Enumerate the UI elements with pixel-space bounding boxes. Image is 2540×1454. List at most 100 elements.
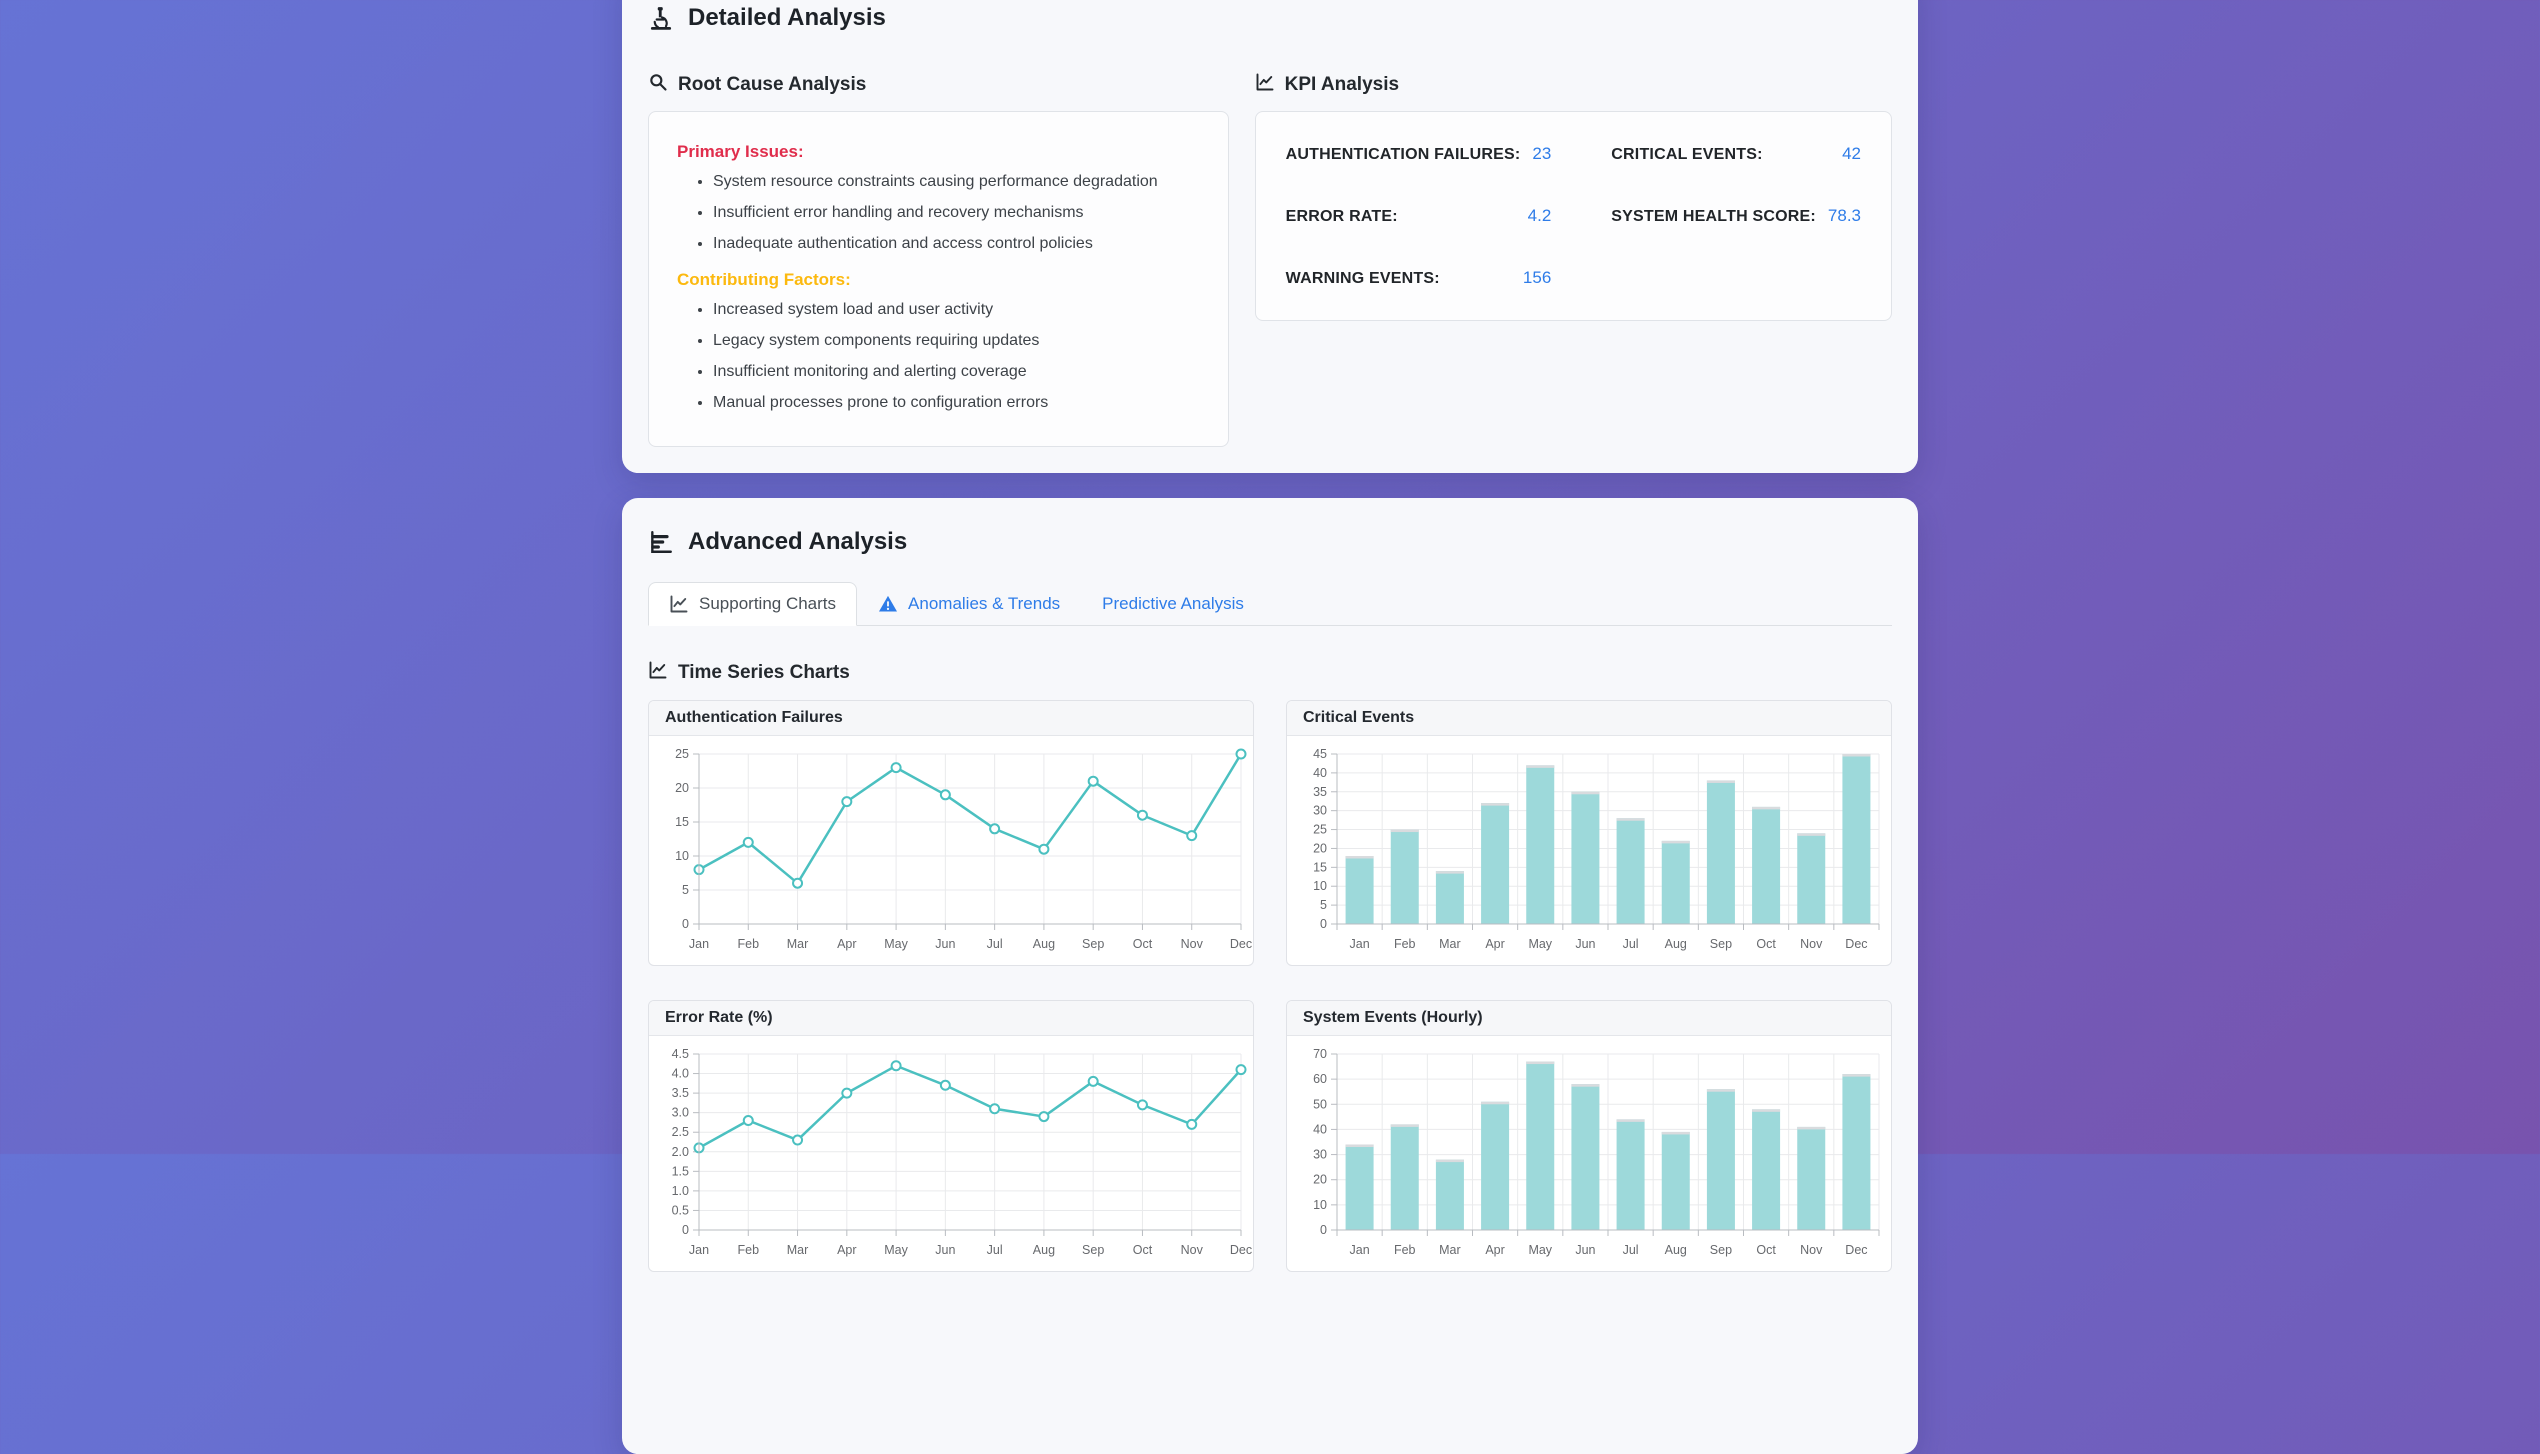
time-series-section-title: Time Series Charts bbox=[648, 660, 1892, 686]
svg-text:15: 15 bbox=[1313, 861, 1327, 875]
svg-text:3.0: 3.0 bbox=[672, 1106, 689, 1120]
svg-text:Mar: Mar bbox=[1439, 937, 1461, 951]
svg-text:Jun: Jun bbox=[935, 937, 955, 951]
chart-card-authentication-failures: Authentication Failures 0510152025JanFeb… bbox=[648, 700, 1254, 966]
svg-text:Nov: Nov bbox=[1800, 937, 1823, 951]
svg-text:Apr: Apr bbox=[837, 937, 856, 951]
svg-text:Aug: Aug bbox=[1665, 937, 1687, 951]
tab-predictive-analysis[interactable]: Predictive Analysis bbox=[1081, 582, 1265, 626]
chart-body: 010203040506070JanFebMarAprMayJunJulAugS… bbox=[1287, 1036, 1891, 1271]
authentication-failures-chart: 0510152025JanFebMarAprMayJunJulAugSepOct… bbox=[651, 738, 1254, 960]
svg-text:Dec: Dec bbox=[1845, 1243, 1867, 1257]
svg-text:Sep: Sep bbox=[1710, 1243, 1732, 1257]
svg-text:Sep: Sep bbox=[1082, 1243, 1104, 1257]
root-cause-panel: Primary Issues: System resource constrai… bbox=[648, 111, 1229, 447]
svg-text:20: 20 bbox=[1313, 1173, 1327, 1187]
detailed-analysis-card: Detailed Analysis Root Cause Analysis Pr… bbox=[622, 0, 1918, 473]
svg-text:Mar: Mar bbox=[787, 937, 809, 951]
svg-text:Mar: Mar bbox=[1439, 1243, 1461, 1257]
error-rate-chart: 00.51.01.52.02.53.03.54.04.5JanFebMarApr… bbox=[651, 1038, 1254, 1266]
svg-text:10: 10 bbox=[1313, 880, 1327, 894]
svg-text:Aug: Aug bbox=[1033, 1243, 1055, 1257]
microscope-icon bbox=[648, 5, 674, 31]
svg-text:Jan: Jan bbox=[1350, 937, 1370, 951]
kpi-section-title: KPI Analysis bbox=[1255, 72, 1892, 98]
tab-label: Predictive Analysis bbox=[1102, 594, 1244, 614]
svg-text:40: 40 bbox=[1313, 1123, 1327, 1137]
chart-title: Error Rate (%) bbox=[649, 1001, 1253, 1036]
chart-body: 0510152025JanFebMarAprMayJunJulAugSepOct… bbox=[649, 736, 1253, 965]
svg-text:5: 5 bbox=[682, 883, 689, 897]
kpi-value: 23 bbox=[1532, 144, 1551, 164]
svg-text:0: 0 bbox=[682, 917, 689, 931]
charts-grid: Authentication Failures 0 5 10 15 20 25 Jan Feb… bbox=[648, 700, 1892, 1272]
chart-body: 00.51.01.52.02.53.03.54.04.5JanFebMarApr… bbox=[649, 1036, 1253, 1271]
svg-text:0: 0 bbox=[1320, 917, 1327, 931]
svg-text:Sep: Sep bbox=[1710, 937, 1732, 951]
chart-title: Critical Events bbox=[1287, 701, 1891, 736]
svg-text:2.0: 2.0 bbox=[672, 1145, 689, 1159]
kpi-value: 4.2 bbox=[1528, 206, 1552, 226]
chart-card-system-events: System Events (Hourly) 010203040506070Ja… bbox=[1286, 1000, 1892, 1272]
system-events-chart: 010203040506070JanFebMarAprMayJunJulAugS… bbox=[1289, 1038, 1892, 1266]
kpi-value: 156 bbox=[1523, 268, 1551, 288]
svg-text:40: 40 bbox=[1313, 766, 1327, 780]
svg-text:10: 10 bbox=[1313, 1198, 1327, 1212]
kpi-label: AUTHENTICATION FAILURES: bbox=[1286, 146, 1521, 164]
svg-text:Nov: Nov bbox=[1181, 937, 1204, 951]
chart-title: Authentication Failures bbox=[649, 701, 1253, 736]
advanced-analysis-card: Advanced Analysis Supporting Charts bbox=[622, 498, 1918, 1454]
svg-text:1.5: 1.5 bbox=[672, 1165, 689, 1179]
svg-text:20: 20 bbox=[675, 781, 689, 795]
chart-line-icon bbox=[1255, 72, 1275, 98]
primary-issue-item: System resource constraints causing perf… bbox=[713, 170, 1200, 193]
svg-text:May: May bbox=[1528, 937, 1552, 951]
contributing-factors-list: Increased system load and user activity L… bbox=[677, 298, 1200, 415]
kpi-column: KPI Analysis AUTHENTICATION FAILURES: 23 C… bbox=[1255, 32, 1892, 321]
advanced-analysis-title: Advanced Analysis bbox=[688, 528, 907, 556]
advanced-analysis-header: Advanced Analysis bbox=[648, 528, 1892, 556]
root-cause-column: Root Cause Analysis Primary Issues: Syst… bbox=[648, 32, 1229, 447]
svg-text:45: 45 bbox=[1313, 747, 1327, 761]
svg-text:Jul: Jul bbox=[987, 937, 1003, 951]
svg-text:Aug: Aug bbox=[1665, 1243, 1687, 1257]
warning-triangle-icon bbox=[878, 594, 898, 614]
chart-bar-icon bbox=[648, 529, 674, 555]
tab-supporting-charts[interactable]: Supporting Charts bbox=[648, 582, 857, 626]
kpi-item: CRITICAL EVENTS: 42 bbox=[1611, 144, 1861, 164]
root-cause-section-title: Root Cause Analysis bbox=[648, 72, 1229, 98]
primary-issues-heading: Primary Issues: bbox=[677, 142, 1200, 162]
svg-text:4.5: 4.5 bbox=[672, 1047, 689, 1061]
kpi-label: WARNING EVENTS: bbox=[1286, 270, 1440, 288]
svg-text:Feb: Feb bbox=[1394, 937, 1416, 951]
svg-text:5: 5 bbox=[1320, 898, 1327, 912]
analysis-tabs: Supporting Charts Anomalies & Trends Pre… bbox=[648, 582, 1892, 626]
contributing-factor-item: Legacy system components requiring updat… bbox=[713, 329, 1200, 352]
svg-text:20: 20 bbox=[1313, 842, 1327, 856]
svg-text:0.5: 0.5 bbox=[672, 1204, 689, 1218]
kpi-item: WARNING EVENTS: 156 bbox=[1286, 268, 1552, 288]
svg-text:25: 25 bbox=[675, 747, 689, 761]
svg-text:Jul: Jul bbox=[987, 1243, 1003, 1257]
tab-label: Supporting Charts bbox=[699, 594, 836, 614]
svg-text:Aug: Aug bbox=[1033, 937, 1055, 951]
chart-line-icon bbox=[648, 660, 668, 686]
svg-text:Feb: Feb bbox=[1394, 1243, 1416, 1257]
svg-text:Feb: Feb bbox=[737, 937, 759, 951]
chart-title: System Events (Hourly) bbox=[1287, 1001, 1891, 1036]
svg-text:2.5: 2.5 bbox=[672, 1126, 689, 1140]
svg-text:Nov: Nov bbox=[1800, 1243, 1823, 1257]
kpi-panel: AUTHENTICATION FAILURES: 23 CRITICAL EVENT… bbox=[1255, 111, 1892, 321]
tab-anomalies-trends[interactable]: Anomalies & Trends bbox=[857, 582, 1081, 626]
page-content: Detailed Analysis Root Cause Analysis Pr… bbox=[622, 0, 1918, 1454]
kpi-item: ERROR RATE: 4.2 bbox=[1286, 206, 1552, 226]
svg-text:Dec: Dec bbox=[1230, 1243, 1252, 1257]
kpi-label: ERROR RATE: bbox=[1286, 208, 1398, 226]
primary-issue-item: Insufficient error handling and recovery… bbox=[713, 201, 1200, 224]
svg-text:Oct: Oct bbox=[1756, 1243, 1776, 1257]
contributing-factors-heading: Contributing Factors: bbox=[677, 270, 1200, 290]
svg-text:May: May bbox=[884, 1243, 908, 1257]
kpi-value: 42 bbox=[1842, 144, 1861, 164]
kpi-label: CRITICAL EVENTS: bbox=[1611, 146, 1762, 164]
contributing-factor-item: Increased system load and user activity bbox=[713, 298, 1200, 321]
